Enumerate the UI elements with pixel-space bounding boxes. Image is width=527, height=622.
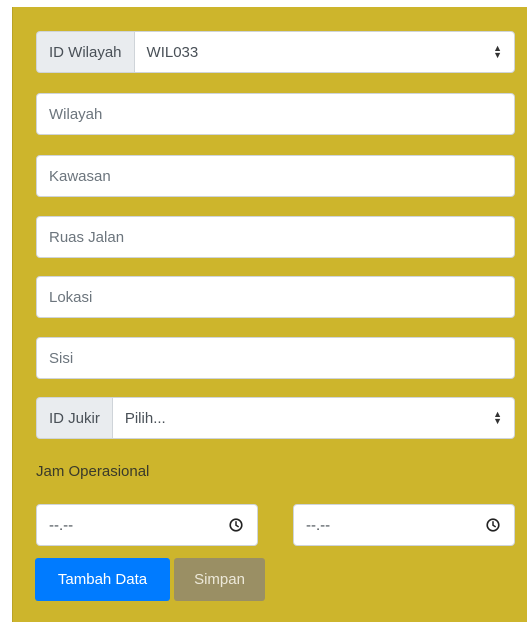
clock-icon — [486, 518, 500, 532]
id-wilayah-select[interactable]: WIL033 ▲ ▼ — [133, 31, 515, 73]
id-jukir-group: ID Jukir Pilih... ▲ ▼ — [36, 397, 515, 439]
ruas-jalan-input[interactable]: Ruas Jalan — [36, 216, 515, 258]
ruas-jalan-placeholder: Ruas Jalan — [49, 228, 125, 246]
form-panel: ID Wilayah WIL033 ▲ ▼ Wilayah Kawasan Rua… — [12, 7, 527, 622]
clock-icon — [229, 518, 243, 532]
tambah-data-button[interactable]: Tambah Data — [35, 558, 170, 601]
id-jukir-select[interactable]: Pilih... ▲ ▼ — [111, 397, 515, 439]
select-caret-icon: ▲ ▼ — [493, 43, 502, 60]
id-wilayah-group: ID Wilayah WIL033 ▲ ▼ — [36, 31, 515, 73]
wilayah-input[interactable]: Wilayah — [36, 93, 515, 135]
wilayah-placeholder: Wilayah — [49, 105, 103, 123]
jam-mulai-input[interactable]: --.-- — [36, 504, 258, 546]
id-wilayah-value: WIL033 — [146, 43, 199, 61]
sisi-placeholder: Sisi — [49, 349, 74, 367]
id-jukir-value: Pilih... — [124, 409, 166, 427]
jam-selesai-value: --.-- — [306, 516, 331, 534]
id-jukir-label: ID Jukir — [36, 397, 112, 439]
id-wilayah-label: ID Wilayah — [36, 31, 134, 73]
select-caret-icon: ▲ ▼ — [493, 409, 502, 426]
jam-operasional-label: Jam Operasional — [36, 463, 150, 480]
jam-mulai-value: --.-- — [49, 516, 74, 534]
kawasan-placeholder: Kawasan — [49, 167, 111, 185]
lokasi-input[interactable]: Lokasi — [36, 276, 515, 318]
sisi-input[interactable]: Sisi — [36, 337, 515, 379]
simpan-button[interactable]: Simpan — [174, 558, 265, 601]
lokasi-placeholder: Lokasi — [49, 288, 93, 306]
kawasan-input[interactable]: Kawasan — [36, 155, 515, 197]
jam-selesai-input[interactable]: --.-- — [293, 504, 515, 546]
